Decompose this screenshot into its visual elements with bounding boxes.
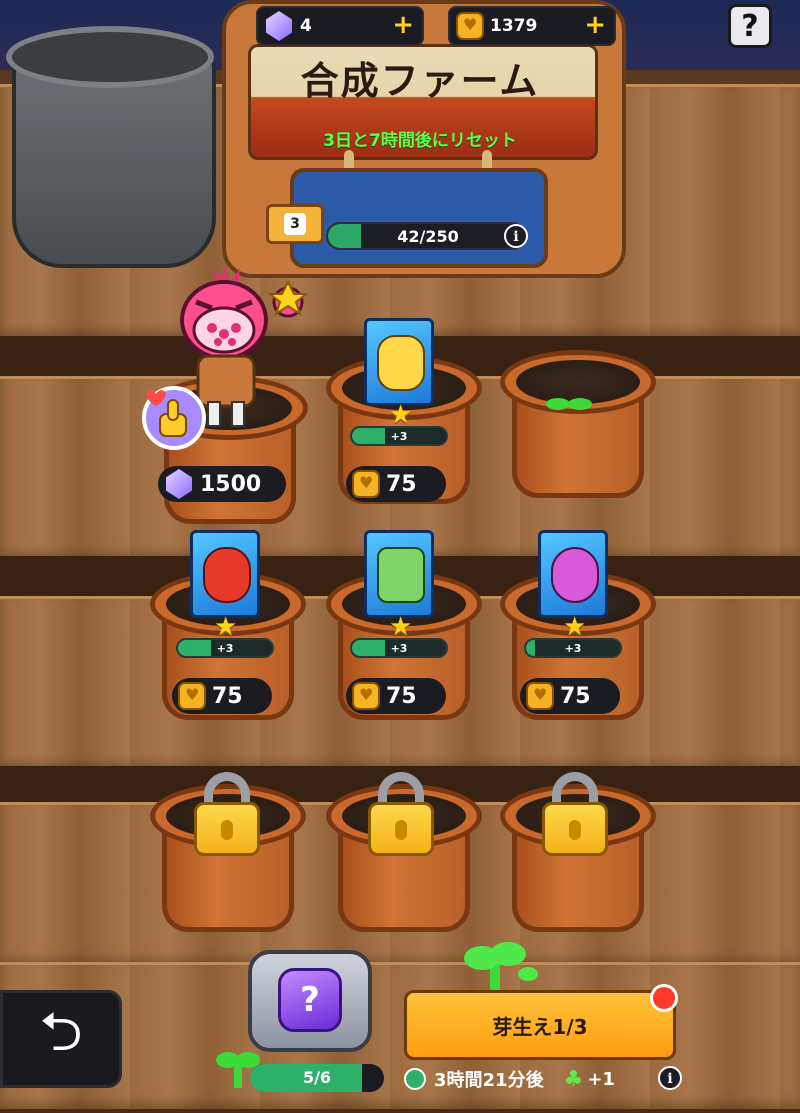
- price-value: 75: [560, 683, 591, 709]
- card-progress-bar: +3: [176, 638, 274, 658]
- coin-counter: 1379 +: [448, 6, 616, 46]
- reset-timer: 3日と7時間後にリセット: [323, 131, 517, 151]
- sprout-decoration-icon: [462, 940, 542, 994]
- sign-base: [290, 168, 548, 268]
- pot-3[interactable]: [500, 350, 656, 500]
- price-pill[interactable]: 75: [346, 678, 446, 714]
- card-progress-bar: +3: [350, 426, 448, 446]
- thumbs-up-icon[interactable]: [138, 380, 210, 452]
- lock-keyhole: [569, 820, 581, 840]
- sprout-timer-row: 3時間21分後 ♣ +1: [404, 1064, 688, 1094]
- gem-count: 4: [300, 16, 312, 36]
- brawler-card[interactable]: [538, 530, 608, 618]
- info-icon[interactable]: i: [504, 224, 528, 248]
- page-title: 合成ファーム: [300, 59, 540, 103]
- xp-text: 42/250: [397, 227, 459, 246]
- coin-icon: [352, 682, 380, 710]
- star-icon: ★: [214, 612, 238, 642]
- price-value: 75: [212, 683, 243, 709]
- sprout-button[interactable]: 芽生え1/3: [404, 990, 676, 1060]
- help-button[interactable]: ?: [728, 4, 772, 48]
- price-value: 1500: [200, 471, 262, 497]
- lock-keyhole: [395, 820, 407, 840]
- level-number: 3: [284, 213, 306, 235]
- clock-icon: [404, 1068, 426, 1090]
- level-badge: 3: [266, 204, 324, 244]
- price-pill[interactable]: 1500: [158, 466, 286, 502]
- coin-icon: [178, 682, 206, 710]
- mystery-icon: ?: [278, 968, 342, 1032]
- coin-icon: [352, 470, 380, 498]
- brawler-card[interactable]: [190, 530, 260, 618]
- sprout-count: 5/6: [302, 1068, 332, 1087]
- back-button[interactable]: ⮌: [0, 990, 122, 1088]
- brawler-portrait: [551, 547, 599, 603]
- xp-progress-bar: 42/250: [326, 222, 526, 250]
- sprout-icon: [540, 394, 600, 414]
- price-pill[interactable]: 75: [520, 678, 620, 714]
- sprout-progress-bar: 5/6: [250, 1064, 384, 1092]
- lock-keyhole: [221, 820, 233, 840]
- leaf-icon: ♣: [563, 1066, 584, 1092]
- lock-icon: [542, 772, 608, 856]
- gem-icon: [266, 11, 292, 41]
- coin-icon: [456, 12, 484, 40]
- price-value: 75: [386, 683, 417, 709]
- coin-icon: [526, 682, 554, 710]
- add-gems-button[interactable]: +: [392, 12, 414, 38]
- gem-icon: [166, 469, 192, 499]
- star-icon: ★: [563, 612, 587, 642]
- star-icon: ★: [389, 400, 413, 430]
- brawler-portrait: [377, 335, 425, 391]
- sprout-timer: 3時間21分後: [434, 1070, 544, 1091]
- card-progress-label: +3: [390, 642, 408, 655]
- add-coins-button[interactable]: +: [584, 12, 606, 38]
- card-progress-bar: +3: [350, 638, 448, 658]
- price-pill[interactable]: 75: [346, 466, 446, 502]
- brawler-portrait: [377, 547, 425, 603]
- notification-dot: [650, 984, 678, 1012]
- mystery-chest[interactable]: ?: [248, 950, 372, 1052]
- brawler-portrait: [203, 547, 251, 603]
- lock-icon: [368, 772, 434, 856]
- gem-counter: 4 +: [256, 6, 424, 46]
- card-progress-label: +3: [390, 430, 408, 443]
- star-icon: ★: [389, 612, 413, 642]
- card-progress-label: +3: [564, 642, 582, 655]
- sprout-bonus: +1: [587, 1068, 615, 1090]
- brawler-card[interactable]: [364, 530, 434, 618]
- lock-icon: [194, 772, 260, 856]
- card-progress-bar: +3: [524, 638, 622, 658]
- price-pill[interactable]: 75: [172, 678, 272, 714]
- coin-count: 1379: [490, 16, 538, 36]
- brawler-card[interactable]: [364, 318, 434, 406]
- bucket-rim: [6, 26, 214, 88]
- info-icon[interactable]: i: [658, 1066, 682, 1090]
- card-progress-label: +3: [216, 642, 234, 655]
- price-value: 75: [386, 471, 417, 497]
